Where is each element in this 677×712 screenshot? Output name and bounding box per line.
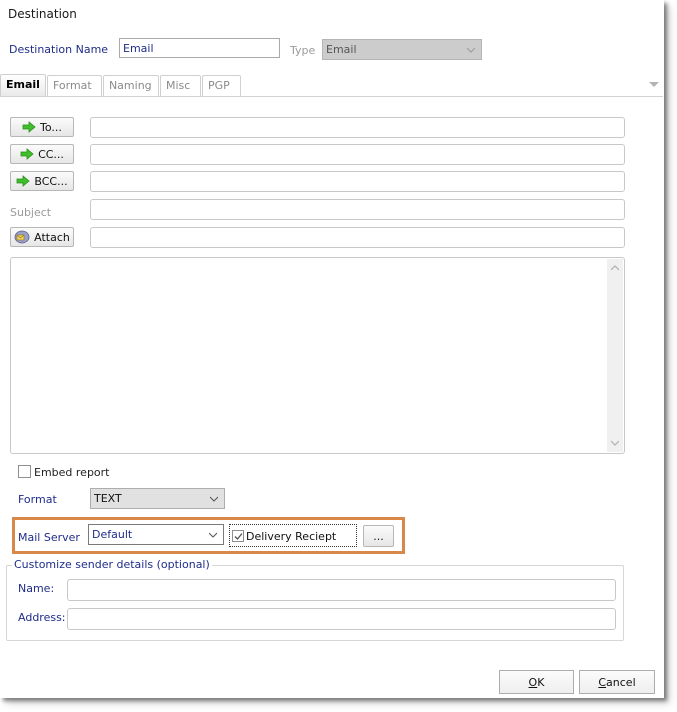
cancel-rest: ancel bbox=[606, 675, 636, 689]
cc-button-label: CC... bbox=[38, 147, 64, 161]
type-select: Email bbox=[322, 39, 482, 60]
dialog-title: Destination bbox=[8, 7, 77, 21]
embed-report-checkbox[interactable] bbox=[18, 465, 31, 478]
arrow-right-icon bbox=[22, 121, 36, 133]
destination-name-input[interactable] bbox=[119, 38, 280, 58]
bcc-input[interactable] bbox=[90, 171, 625, 192]
scroll-up-icon[interactable] bbox=[611, 265, 619, 271]
arrow-right-icon bbox=[20, 148, 34, 160]
cc-input[interactable] bbox=[90, 144, 625, 165]
sender-address-input[interactable] bbox=[67, 608, 616, 630]
tab-divider bbox=[0, 96, 663, 97]
cc-button[interactable]: CC... bbox=[10, 144, 74, 164]
attachment-envelope-icon bbox=[14, 230, 30, 244]
scroll-down-icon[interactable] bbox=[611, 440, 619, 446]
type-label: Type bbox=[290, 44, 316, 57]
mail-server-settings-button[interactable]: ... bbox=[363, 525, 394, 547]
ok-mnemonic: O bbox=[528, 675, 538, 689]
embed-report-label: Embed report bbox=[34, 466, 110, 479]
to-input[interactable] bbox=[90, 117, 625, 138]
mail-server-select[interactable]: Default bbox=[88, 524, 224, 545]
to-button[interactable]: To... bbox=[10, 117, 74, 137]
attach-button[interactable]: Attach bbox=[10, 227, 74, 247]
subject-label: Subject bbox=[10, 206, 52, 219]
destination-name-label: Destination Name bbox=[9, 43, 109, 56]
attach-button-label: Attach bbox=[34, 230, 70, 244]
sender-name-label: Name: bbox=[18, 582, 55, 595]
chevron-down-icon bbox=[210, 496, 218, 502]
bcc-button[interactable]: BCC... bbox=[10, 171, 74, 191]
tab-overflow-icon[interactable] bbox=[649, 82, 659, 87]
tab-format[interactable]: Format bbox=[46, 75, 102, 97]
tab-strip: Email Format Naming Misc PGP bbox=[0, 74, 242, 97]
cancel-button[interactable]: Cancel bbox=[579, 670, 655, 694]
attach-input[interactable] bbox=[90, 227, 625, 248]
ellipsis-label: ... bbox=[373, 529, 384, 543]
body-scrollbar[interactable] bbox=[607, 259, 623, 452]
sender-address-label: Address: bbox=[18, 611, 66, 624]
delivery-receipt-label: Delivery Reciept bbox=[246, 530, 337, 543]
tab-naming[interactable]: Naming bbox=[102, 75, 159, 97]
mail-server-select-value: Default bbox=[92, 528, 133, 541]
ok-rest: K bbox=[537, 675, 545, 689]
ok-button[interactable]: OK bbox=[499, 670, 574, 694]
message-body-textarea[interactable] bbox=[10, 257, 625, 454]
bcc-button-label: BCC... bbox=[34, 174, 68, 188]
subject-input[interactable] bbox=[90, 199, 625, 220]
chevron-down-icon bbox=[209, 532, 217, 538]
format-select-value: TEXT bbox=[94, 492, 122, 505]
sender-name-input[interactable] bbox=[67, 579, 616, 601]
delivery-receipt-checkbox[interactable] bbox=[232, 530, 244, 542]
arrow-right-icon bbox=[16, 175, 31, 187]
tab-email[interactable]: Email bbox=[0, 74, 46, 97]
checkmark-icon bbox=[234, 532, 243, 540]
chevron-down-icon bbox=[467, 47, 475, 53]
format-label: Format bbox=[18, 493, 57, 506]
cancel-mnemonic: C bbox=[598, 675, 607, 689]
mail-server-label: Mail Server bbox=[18, 531, 80, 544]
to-button-label: To... bbox=[40, 120, 62, 134]
tab-pgp[interactable]: PGP bbox=[201, 75, 241, 97]
sender-details-title: Customize sender details (optional) bbox=[12, 558, 212, 571]
tab-misc[interactable]: Misc bbox=[159, 75, 201, 97]
type-select-value: Email bbox=[326, 43, 357, 56]
destination-dialog: Destination Destination Name Type Email … bbox=[0, 0, 664, 698]
format-select[interactable]: TEXT bbox=[90, 488, 225, 509]
